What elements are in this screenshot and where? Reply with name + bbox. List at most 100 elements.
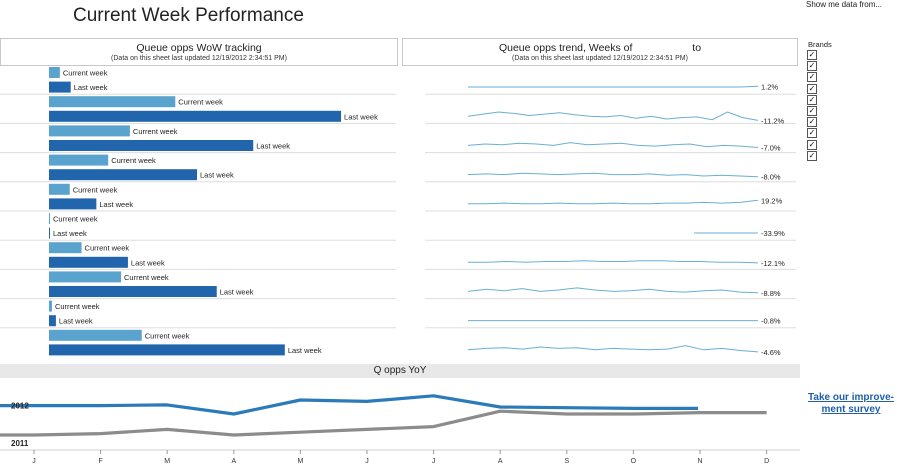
wow-bar bbox=[49, 169, 197, 181]
brand-checkbox[interactable]: ✓ bbox=[807, 106, 817, 116]
yoy-series-label: 2011 bbox=[11, 439, 29, 448]
trend-change-label: -8.8% bbox=[761, 289, 781, 298]
wow-and-trend-charts: Current weekLast weekCurrent weekLast we… bbox=[0, 67, 796, 357]
yoy-line-2011 bbox=[0, 409, 767, 437]
wow-bar-label: Current week bbox=[73, 185, 118, 194]
yoy-tick-label: A bbox=[231, 458, 236, 465]
wow-bar bbox=[49, 154, 109, 166]
trend-change-label: -7.0% bbox=[761, 144, 781, 153]
survey-link-line1[interactable]: Take our improve- bbox=[808, 392, 894, 403]
brand-checkbox[interactable]: ✓ bbox=[807, 94, 817, 105]
trend-panel-title: Queue opps trend, Weeks of to bbox=[403, 42, 797, 54]
wow-panel-header: Queue opps WoW tracking (Data on this sh… bbox=[0, 38, 398, 66]
trend-change-label: -33.9% bbox=[761, 229, 785, 238]
brand-checkbox[interactable]: ✓ bbox=[807, 61, 817, 72]
brand-checkbox[interactable]: ✓ bbox=[807, 83, 817, 94]
trend-sparkline bbox=[467, 111, 759, 121]
wow-bar-label: Current week bbox=[111, 156, 156, 165]
trend-sparkline bbox=[467, 345, 759, 353]
wow-bar bbox=[49, 344, 285, 356]
trend-sparkline bbox=[468, 260, 759, 264]
yoy-chart: J F M A M J J A S O N D 2012 2011 bbox=[0, 394, 800, 465]
trend-sparkline bbox=[467, 172, 759, 178]
brand-checkbox[interactable]: ✓ bbox=[807, 72, 817, 83]
wow-bar bbox=[49, 213, 50, 224]
wow-bar-label: Current week bbox=[63, 69, 108, 78]
yoy-tick-label: M bbox=[297, 458, 303, 465]
wow-bar bbox=[49, 81, 71, 93]
yoy-series-label: 2012 bbox=[11, 402, 29, 411]
trend-panel-subtitle: (Data on this sheet last updated 12/19/2… bbox=[512, 55, 688, 62]
trend-sparkline bbox=[467, 287, 759, 294]
wow-bar-label: Last week bbox=[53, 229, 87, 238]
brand-checkbox[interactable]: ✓ bbox=[807, 139, 817, 150]
show-data-from-link[interactable]: Show me data from... bbox=[806, 0, 882, 9]
wow-bar bbox=[49, 140, 254, 151]
trend-change-label: -8.0% bbox=[761, 173, 781, 182]
trend-change-label: -4.6% bbox=[761, 348, 781, 357]
trend-panel-header: Queue opps trend, Weeks of to (Data on t… bbox=[402, 38, 798, 66]
wow-bar-label: Current week bbox=[133, 127, 178, 136]
wow-bar bbox=[49, 96, 176, 108]
brand-checkbox[interactable]: ✓ bbox=[807, 150, 817, 161]
wow-bar bbox=[49, 227, 50, 239]
yoy-tick-label: J bbox=[432, 458, 436, 465]
wow-bar bbox=[49, 300, 52, 312]
trend-change-label: 19.2% bbox=[761, 196, 783, 205]
wow-bar bbox=[49, 256, 128, 268]
trend-change-label: 1.2% bbox=[761, 82, 778, 91]
trend-change-label: -0.8% bbox=[761, 317, 781, 326]
wow-bar-label: Last week bbox=[220, 288, 254, 297]
survey-link[interactable]: Take our improve- ment survey bbox=[806, 392, 896, 416]
wow-bar bbox=[49, 315, 56, 327]
wow-bar-label: Last week bbox=[200, 171, 234, 180]
wow-bar bbox=[49, 183, 70, 195]
yoy-tick-label: A bbox=[498, 458, 503, 465]
wow-bar bbox=[49, 242, 82, 254]
wow-bar-label: Last week bbox=[59, 317, 93, 326]
wow-bar bbox=[49, 125, 130, 137]
yoy-tick-label: J bbox=[32, 458, 36, 465]
wow-bar-label: Current week bbox=[85, 244, 130, 253]
brands-filter-title: Brands bbox=[808, 40, 832, 49]
wow-bar bbox=[49, 67, 60, 78]
yoy-tick-label: F bbox=[98, 458, 102, 465]
yoy-line-2012 bbox=[0, 394, 698, 416]
yoy-tick-label: D bbox=[764, 458, 769, 465]
trend-change-label: -11.2% bbox=[761, 116, 785, 125]
wow-bar-label: Last week bbox=[256, 142, 290, 151]
yoy-tick-label: N bbox=[697, 458, 702, 465]
brand-checkbox[interactable]: ✓ bbox=[807, 50, 817, 60]
trend-title-text: Queue opps trend, Weeks of bbox=[498, 42, 633, 54]
wow-bar bbox=[49, 329, 142, 341]
yoy-tick-label: J bbox=[365, 458, 369, 465]
trend-sparkline bbox=[468, 85, 759, 88]
trend-sparkline bbox=[467, 142, 759, 148]
wow-panel-subtitle: (Data on this sheet last updated 12/19/2… bbox=[111, 55, 287, 62]
wow-bar bbox=[49, 271, 122, 283]
wow-bar bbox=[49, 110, 342, 122]
wow-bar-label: Current week bbox=[124, 273, 169, 282]
wow-bar-label: Last week bbox=[74, 83, 108, 92]
wow-bar-label: Current week bbox=[145, 331, 190, 340]
yoy-tick-label: M bbox=[164, 458, 170, 465]
wow-bar-label: Current week bbox=[53, 215, 98, 224]
yoy-tick-label: O bbox=[631, 458, 637, 465]
wow-bar-label: Last week bbox=[288, 346, 322, 355]
trend-title-suffix: to bbox=[692, 42, 702, 54]
wow-panel-title: Queue opps WoW tracking bbox=[136, 42, 262, 54]
trend-change-label: -12.1% bbox=[761, 259, 785, 268]
wow-bar-label: Current week bbox=[178, 98, 223, 107]
brand-checkbox[interactable]: ✓ bbox=[807, 128, 817, 139]
wow-bar-label: Last week bbox=[99, 200, 133, 209]
wow-bar bbox=[49, 198, 97, 210]
wow-bar-label: Last week bbox=[131, 258, 165, 267]
brand-checkbox[interactable]: ✓ bbox=[807, 117, 817, 128]
yoy-chart-title: Q opps YoY bbox=[0, 364, 800, 378]
survey-link-line2[interactable]: ment survey bbox=[822, 404, 881, 415]
wow-bar bbox=[49, 286, 217, 297]
wow-bar-label: Last week bbox=[344, 112, 378, 121]
yoy-tick-label: S bbox=[564, 458, 569, 465]
wow-bar-label: Current week bbox=[55, 302, 100, 311]
page-title: Current Week Performance bbox=[73, 5, 304, 26]
